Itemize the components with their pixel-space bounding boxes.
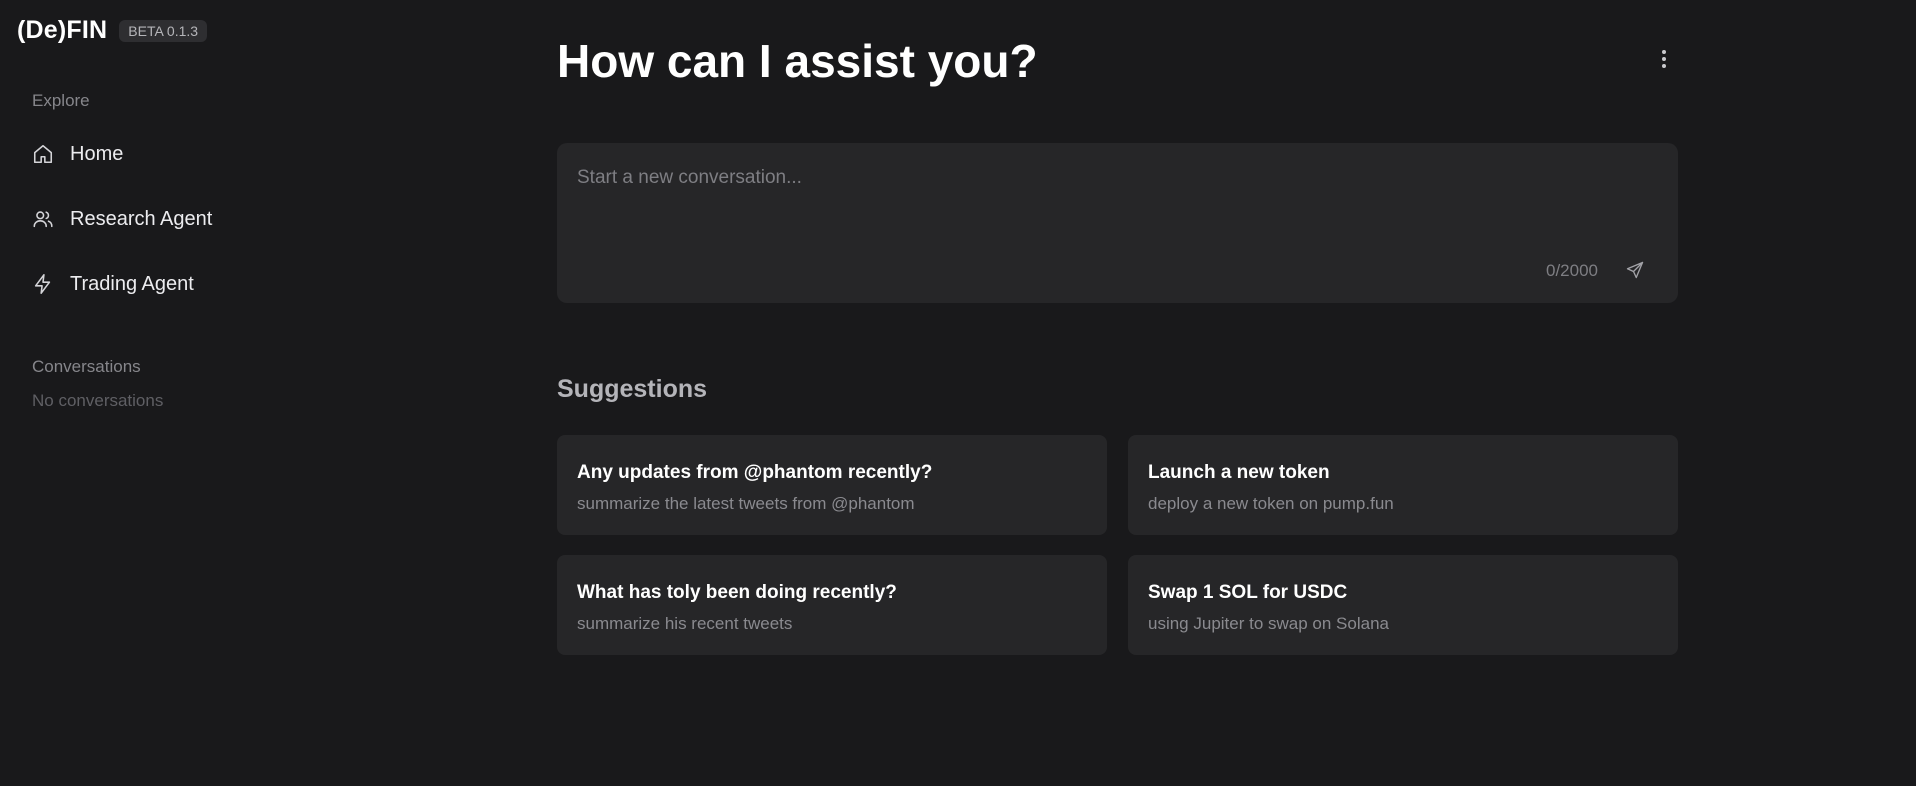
suggestion-title: Swap 1 SOL for USDC: [1148, 582, 1348, 603]
suggestion-subtitle: summarize his recent tweets: [577, 614, 793, 633]
no-conversations-text: No conversations: [32, 391, 164, 410]
suggestions-heading: Suggestions: [557, 375, 708, 403]
conversations-section-label: Conversations: [32, 357, 141, 376]
suggestion-card[interactable]: Swap 1 SOL for USDC using Jupiter to swa…: [1128, 555, 1678, 655]
character-count: 0/2000: [1546, 261, 1598, 280]
brand[interactable]: (De)FIN BETA 0.1.3: [17, 16, 208, 45]
sidebar-item-label: Trading Agent: [70, 272, 194, 295]
zap-icon: [32, 273, 54, 295]
app-root: (De)FIN BETA 0.1.3 Explore Home Research…: [0, 0, 1916, 786]
suggestion-card[interactable]: What has toly been doing recently? summa…: [557, 555, 1107, 655]
page-title: How can I assist you?: [557, 35, 1038, 87]
users-icon: [32, 208, 54, 230]
send-icon: [1626, 261, 1644, 279]
home-icon: [32, 143, 54, 165]
suggestion-title: What has toly been doing recently?: [577, 582, 897, 603]
suggestion-title: Any updates from @phantom recently?: [577, 462, 933, 483]
sidebar-item-research-agent[interactable]: Research Agent: [32, 202, 212, 236]
chat-composer: 0/2000: [557, 143, 1678, 303]
suggestion-subtitle: using Jupiter to swap on Solana: [1148, 614, 1389, 633]
suggestion-title: Launch a new token: [1148, 462, 1330, 483]
more-options-button[interactable]: [1652, 44, 1676, 74]
send-button[interactable]: [1622, 257, 1648, 283]
sidebar-item-label: Home: [70, 142, 124, 165]
sidebar-item-home[interactable]: Home: [32, 137, 123, 171]
suggestion-subtitle: deploy a new token on pump.fun: [1148, 494, 1394, 513]
suggestion-subtitle: summarize the latest tweets from @phanto…: [577, 494, 915, 513]
version-badge: BETA 0.1.3: [119, 19, 208, 42]
suggestion-card[interactable]: Launch a new token deploy a new token on…: [1128, 435, 1678, 535]
sidebar-item-label: Research Agent: [70, 207, 213, 230]
explore-section-label: Explore: [32, 91, 90, 110]
message-input[interactable]: [577, 167, 1647, 189]
more-vertical-icon: [1662, 50, 1666, 54]
brand-logo[interactable]: (De)FIN: [17, 16, 107, 45]
suggestion-card[interactable]: Any updates from @phantom recently? summ…: [557, 435, 1107, 535]
sidebar-item-trading-agent[interactable]: Trading Agent: [32, 267, 194, 301]
sidebar: (De)FIN BETA 0.1.3 Explore Home Research…: [0, 0, 260, 786]
